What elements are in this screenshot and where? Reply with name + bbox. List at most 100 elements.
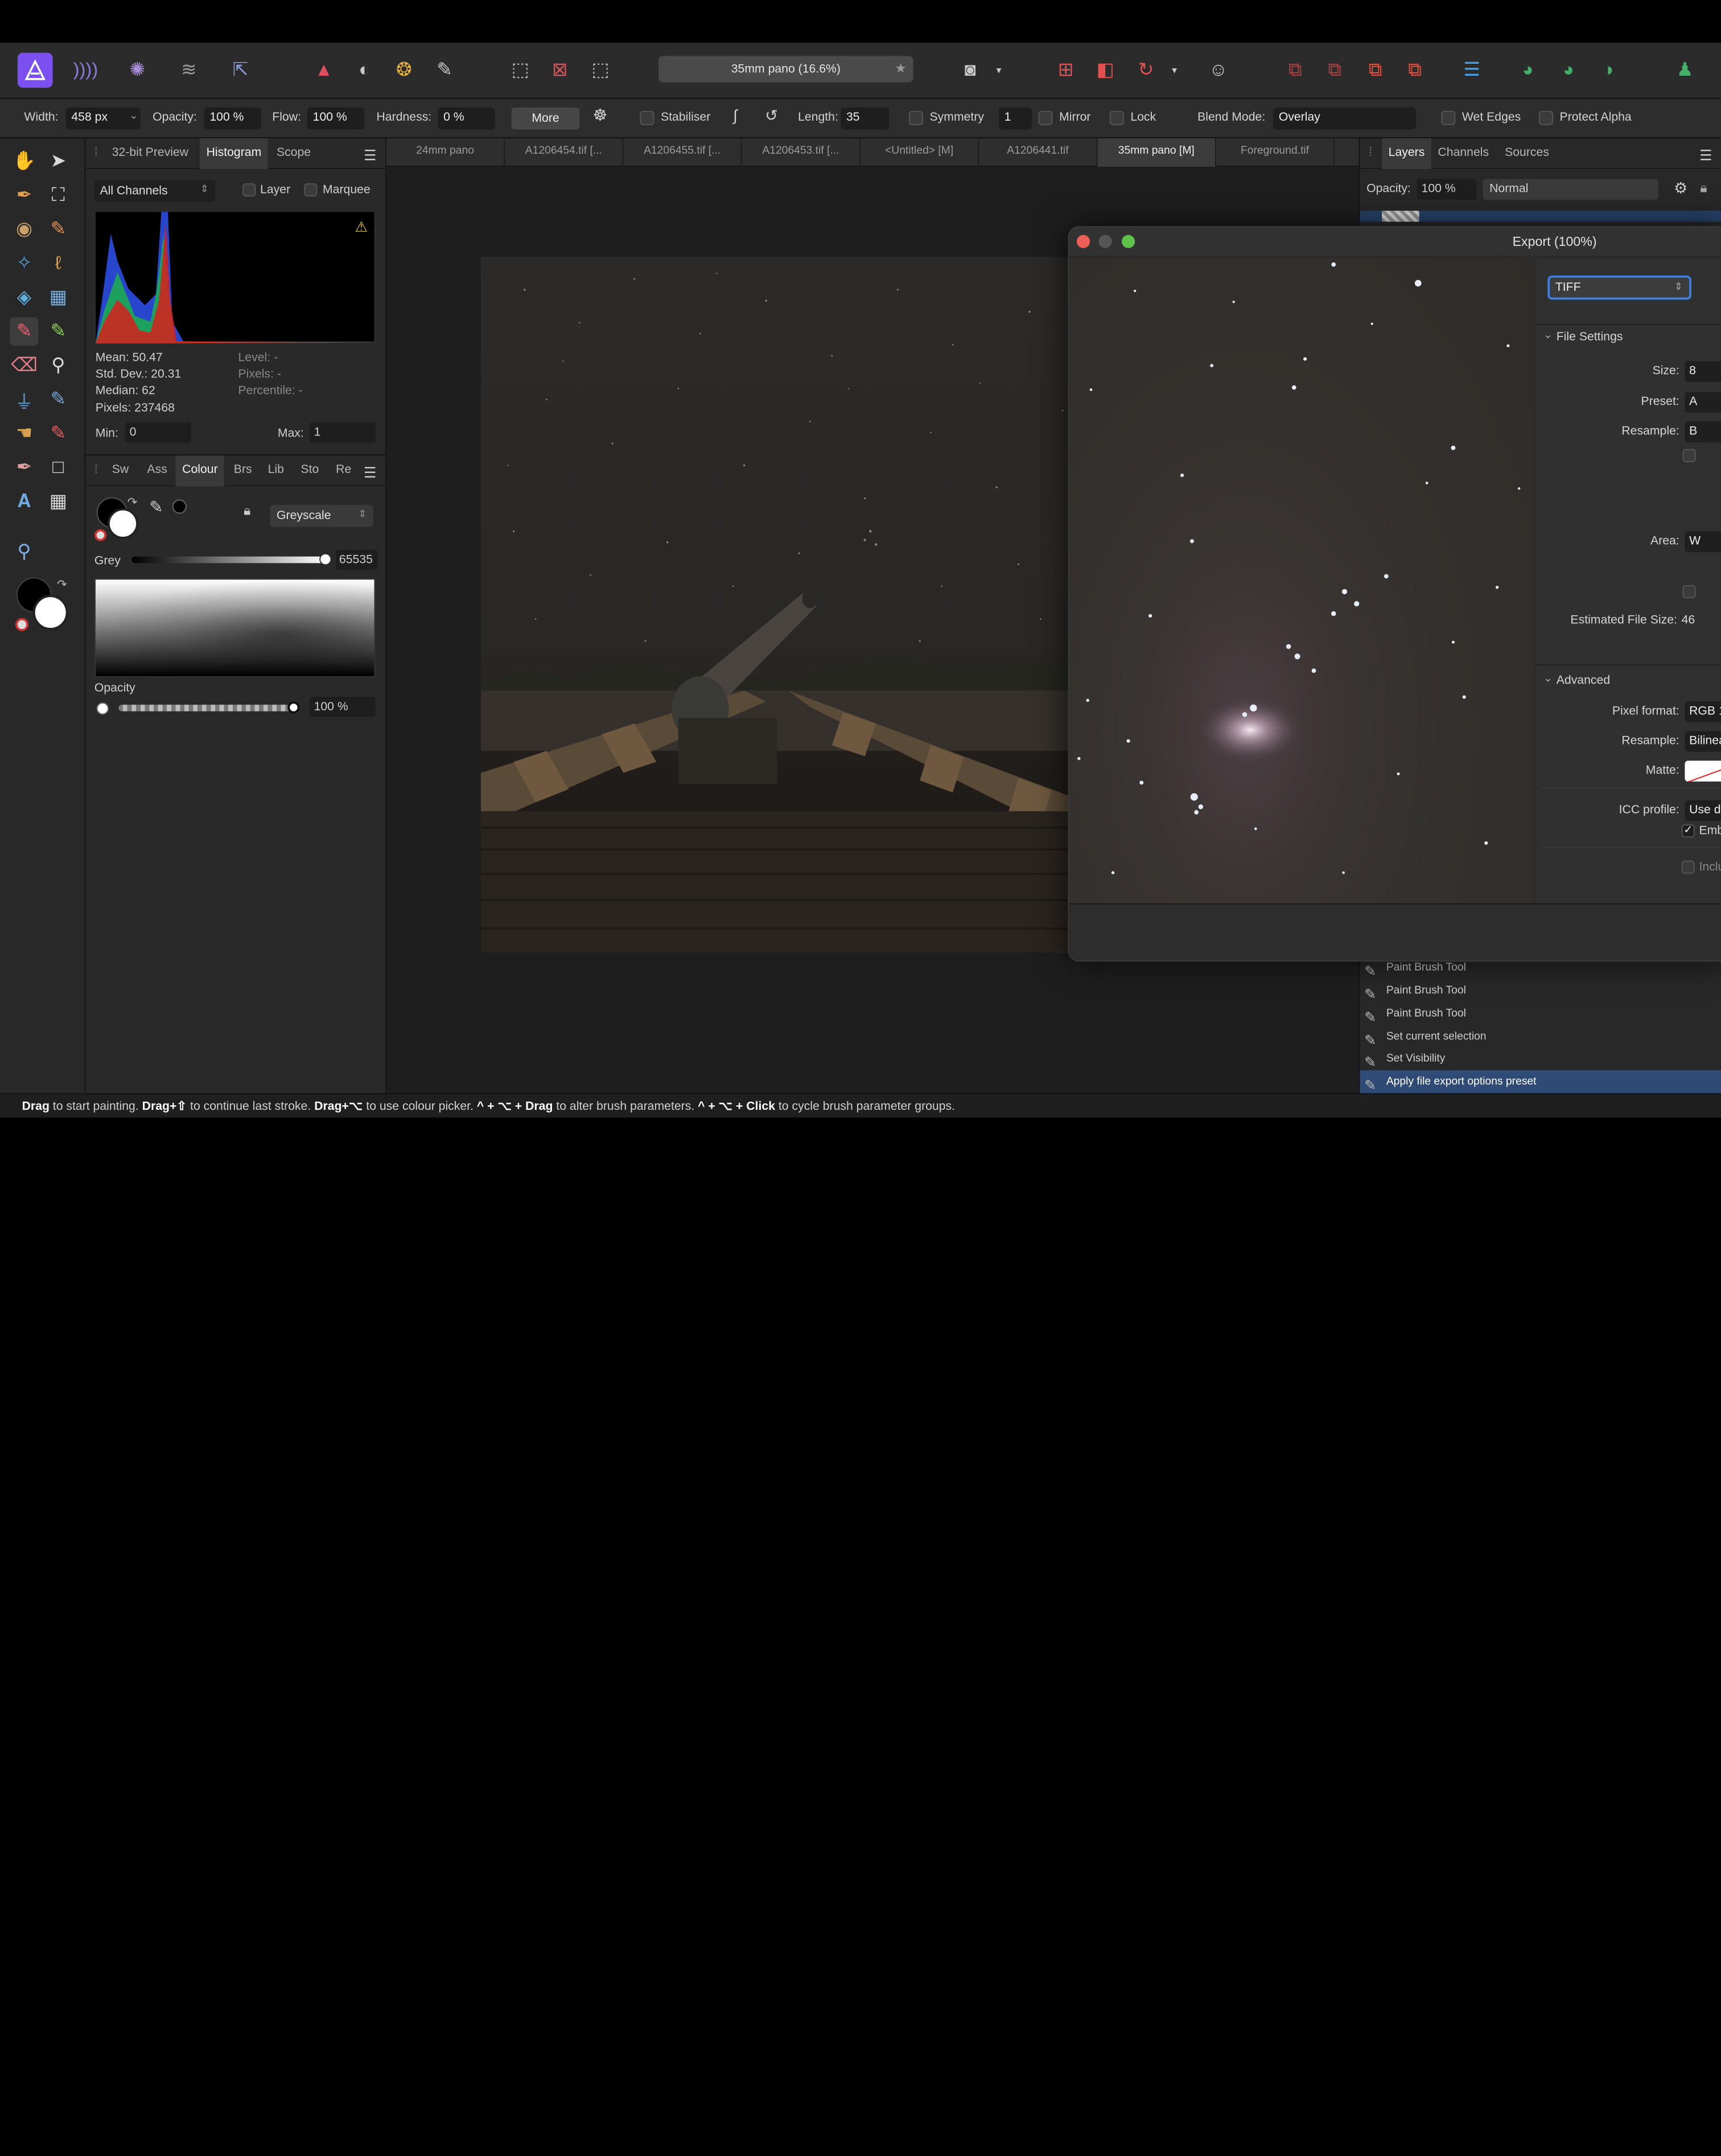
option-checkbox[interactable]: [1682, 449, 1696, 462]
icc-profile-select[interactable]: Use de: [1685, 800, 1721, 821]
format-select[interactable]: TIFF ⇕: [1547, 275, 1691, 300]
zoom-button[interactable]: [1122, 234, 1135, 248]
chevron-down-icon[interactable]: ⌄: [130, 110, 138, 122]
grey-slider[interactable]: [131, 556, 327, 563]
lock-checkbox[interactable]: [1109, 110, 1124, 125]
photo-persona-icon[interactable]: [17, 52, 53, 88]
tab-document[interactable]: A1206455.tif [...: [623, 138, 742, 167]
adv-resample-select[interactable]: Bilinea: [1685, 731, 1721, 752]
stabiliser-checkbox[interactable]: [640, 110, 654, 125]
tab-histogram[interactable]: Histogram: [200, 138, 268, 170]
document-name-field[interactable]: 35mm pano (16.6%) ★: [658, 56, 913, 83]
option-checkbox[interactable]: [1682, 585, 1696, 599]
tab-32bit-preview[interactable]: 32-bit Preview: [112, 146, 188, 159]
length-field[interactable]: 35: [841, 108, 890, 130]
history-item[interactable]: ✎ Paint Brush Tool: [1360, 979, 1721, 1002]
pixel-tool-icon[interactable]: ✎: [44, 317, 72, 345]
symmetry-count-field[interactable]: 1: [999, 108, 1032, 130]
gear-icon[interactable]: ⚙: [1674, 179, 1687, 198]
tab-document[interactable]: A1206453.tif [...: [742, 138, 861, 167]
red-eye-tool-icon[interactable]: ◉: [10, 215, 38, 244]
zoom-tool-icon[interactable]: ⚲: [10, 538, 38, 566]
history-item[interactable]: ✎ Paint Brush Tool: [1360, 1002, 1721, 1025]
matte-swatch[interactable]: [1685, 760, 1721, 782]
tab-colour[interactable]: Colour: [175, 455, 225, 487]
opacity-value-field[interactable]: 100 %: [309, 697, 376, 717]
lock-icon[interactable]: 🔒︎: [1700, 180, 1707, 196]
tab-sources[interactable]: Sources: [1505, 146, 1549, 159]
colour-picker-box[interactable]: [94, 578, 376, 677]
panel-menu-icon[interactable]: ☰: [1699, 147, 1712, 164]
preset-select[interactable]: A: [1685, 392, 1721, 413]
lock-icon[interactable]: 🔒︎: [244, 503, 250, 519]
grey-slider-thumb[interactable]: [319, 553, 332, 566]
deselect-icon[interactable]: ⊠: [542, 53, 578, 88]
tab-library[interactable]: Lib: [268, 463, 284, 476]
develop-persona-icon[interactable]: ✺: [120, 53, 155, 88]
snapping-icon[interactable]: ⊞: [1048, 53, 1084, 88]
arrange-backward-icon[interactable]: ⧉: [1317, 53, 1352, 88]
quick-mask-icon[interactable]: ◙: [953, 53, 988, 88]
chevron-down-icon[interactable]: ▾: [988, 53, 1010, 88]
artistic-text-tool-icon[interactable]: 𝐀: [10, 487, 38, 516]
layer-checkbox[interactable]: [242, 183, 256, 197]
selection-brush-tool-icon[interactable]: ✎: [44, 215, 72, 244]
clone-tool-icon[interactable]: ⏚: [10, 385, 38, 414]
assistant-icon[interactable]: ☺: [1201, 53, 1236, 88]
brush-settings-icon[interactable]: ☸: [592, 105, 607, 125]
history-item[interactable]: ✎ Set Visibility: [1360, 1047, 1721, 1071]
colour-mode-select[interactable]: Greyscale ⇕: [270, 505, 373, 527]
inpainting-tool-icon[interactable]: ☚: [10, 419, 38, 448]
arrange-forward-icon[interactable]: ⧉: [1358, 53, 1393, 88]
size-field[interactable]: 8: [1685, 361, 1721, 382]
export-persona-icon[interactable]: ⇱: [223, 53, 258, 88]
marquee-checkbox[interactable]: [304, 183, 318, 197]
grey-value-field[interactable]: 65535: [336, 550, 378, 570]
tab-document[interactable]: <Untitled> [M]: [860, 138, 979, 167]
chevron-down-icon[interactable]: ▾: [1163, 53, 1185, 88]
arrange-front-icon[interactable]: ⧉: [1397, 53, 1432, 88]
tab-stock[interactable]: Sto: [300, 463, 319, 476]
tab-document[interactable]: 24mm pano: [386, 138, 505, 167]
no-colour-icon[interactable]: [94, 529, 107, 541]
channel-select[interactable]: All Channels ⇕: [94, 180, 216, 202]
colour-picker-icon[interactable]: ✎: [149, 497, 163, 517]
embed-checkbox[interactable]: ✓: [1681, 824, 1695, 838]
invert-selection-icon[interactable]: ⬚: [583, 53, 618, 88]
auto-white-balance-icon[interactable]: ✎: [427, 53, 462, 88]
area-select[interactable]: W: [1685, 531, 1721, 553]
stroke-colour-swatch[interactable]: [108, 508, 139, 539]
panel-grip-icon[interactable]: ⁞: [94, 463, 98, 476]
protect-alpha-checkbox[interactable]: [1538, 110, 1553, 125]
max-field[interactable]: 1: [309, 422, 376, 443]
force-pixel-alignment-icon[interactable]: ◧: [1088, 53, 1123, 88]
add-boolean-icon[interactable]: ◕: [1510, 53, 1546, 88]
hand-tool-icon[interactable]: ✋: [10, 147, 38, 175]
dodge-tool-icon[interactable]: ⚲: [44, 351, 72, 380]
swap-colours-icon[interactable]: ↷: [127, 495, 138, 509]
paint-brush-tool-icon[interactable]: ✎: [10, 317, 39, 346]
star-icon[interactable]: ★: [895, 60, 907, 76]
blemish-removal-tool-icon[interactable]: ✎: [44, 419, 72, 448]
chevron-down-icon[interactable]: ⌄: [1543, 330, 1553, 341]
select-all-icon[interactable]: ⬚: [503, 53, 538, 88]
opacity-slider[interactable]: [118, 705, 293, 711]
tab-channels[interactable]: Channels: [1438, 146, 1489, 159]
tab-document[interactable]: A1206454.tif [...: [505, 138, 624, 167]
opacity-field[interactable]: 100 %: [204, 108, 262, 130]
layer-blend-select[interactable]: Normal: [1483, 179, 1659, 200]
erase-brush-tool-icon[interactable]: ⌫: [10, 351, 38, 380]
close-button[interactable]: [1076, 234, 1090, 248]
flood-select-tool-icon[interactable]: ✧: [10, 249, 38, 278]
include-checkbox[interactable]: [1681, 861, 1695, 874]
chevron-down-icon[interactable]: ⌄: [1543, 673, 1553, 685]
hardness-field[interactable]: 0 %: [438, 108, 495, 130]
tab-recent[interactable]: Re: [336, 463, 351, 476]
tab-document-active[interactable]: 35mm pano [M]: [1097, 138, 1216, 167]
liquify-persona-icon[interactable]: )))): [68, 53, 104, 88]
opacity-slider-thumb[interactable]: [287, 701, 300, 714]
gradient-tool-icon[interactable]: ▦: [44, 283, 72, 312]
freehand-selection-tool-icon[interactable]: ℓ: [44, 249, 72, 278]
minimize-button[interactable]: [1098, 234, 1112, 248]
tab-brushes[interactable]: Brs: [234, 463, 252, 476]
